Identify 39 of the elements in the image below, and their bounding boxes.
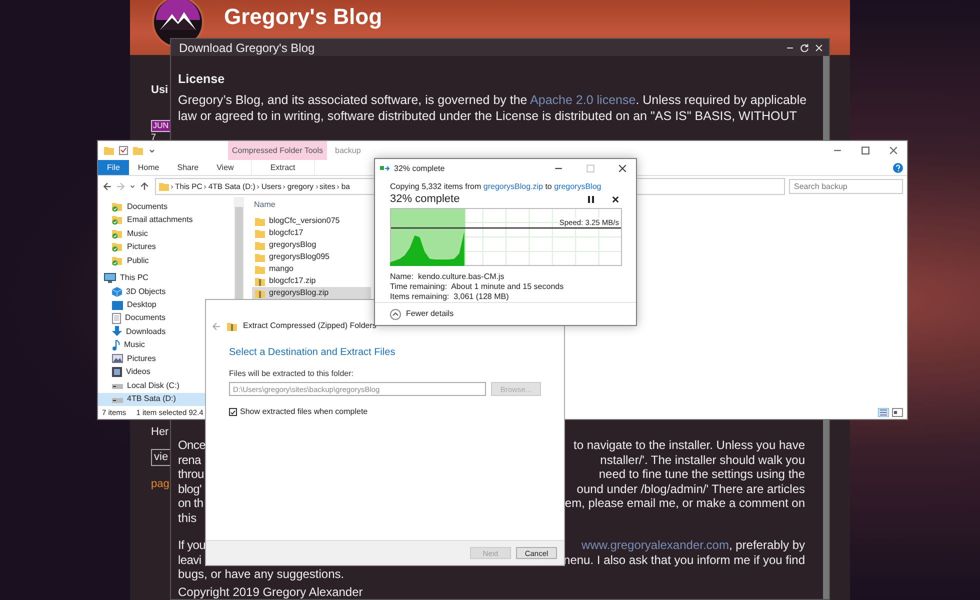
body-text: If you — [178, 538, 206, 552]
sidebar-text: JUN — [151, 120, 171, 132]
dialog-title: 32% complete — [394, 164, 446, 174]
sidebar-text: Usi — [151, 84, 168, 97]
section-heading: License — [178, 72, 225, 87]
license-text: law or agreed to in writing, software distributed under the License is distributed on an "AS IS" BASIS, WITHOUT — [178, 108, 797, 124]
body-text: leavi — [178, 552, 202, 567]
sidebar-text: pag — [151, 478, 170, 491]
window-title: backup — [334, 145, 362, 157]
context-tab-label: Compressed Folder Tools — [228, 141, 328, 160]
body-text: throu — [178, 467, 204, 482]
body-text: blog' — [178, 482, 202, 496]
body-text: Once — [178, 438, 206, 452]
detail-text: Name: kendo.culture.bas-CM.js — [390, 272, 506, 282]
body-text: nenu. I also ask that you inform me if you find — [564, 552, 805, 567]
dialog-title: Extract Compressed (Zipped) Folders — [243, 321, 376, 331]
body-text: www.gregoryalexander.com, preferably by — [582, 538, 805, 552]
body-text: Copyright 2019 Gregory Alexander — [178, 584, 363, 599]
body-text: on th — [178, 496, 204, 510]
blog-title: Gregory's Blog — [224, 4, 382, 30]
progress-heading: 32% complete — [390, 193, 461, 206]
copy-description: Copying 5,332 items from gregorysBlog.zip to gregorysBlog — [390, 182, 602, 192]
field-label: Files will be extracted to this folder: — [229, 369, 354, 379]
body-text: nstaller/'. The installer should walk you — [600, 452, 805, 467]
detail-text: Time remaining: About 1 minute and 15 seconds — [390, 282, 565, 292]
body-text: ound under /blog/admin/' There are articles — [576, 482, 805, 496]
sidebar-text: 7 — [151, 132, 156, 142]
dialog-heading: Select a Destination and Extract Files — [229, 347, 396, 359]
body-text: to navigate to the installer. Unless you have — [574, 438, 805, 452]
sidebar-text: Her — [151, 426, 169, 439]
body-text: bugs, or have any suggestions. — [178, 567, 344, 582]
dialog-title: Download Gregory's Blog — [179, 40, 316, 54]
license-text: Gregory’s Blog, and its associated software, is governed by the Apache 2.0 license. Unless required by applicable — [178, 92, 807, 108]
detail-text: Items remaining: 3,061 (128 MB) — [390, 292, 510, 302]
body-text: rena — [178, 452, 201, 467]
body-text: need to fine tune the settings using the — [598, 467, 805, 482]
body-text: this — [178, 510, 197, 525]
checkbox-label: Show extracted files when complete — [240, 407, 368, 417]
body-text: em, please email me, or make a comment on — [564, 496, 805, 510]
